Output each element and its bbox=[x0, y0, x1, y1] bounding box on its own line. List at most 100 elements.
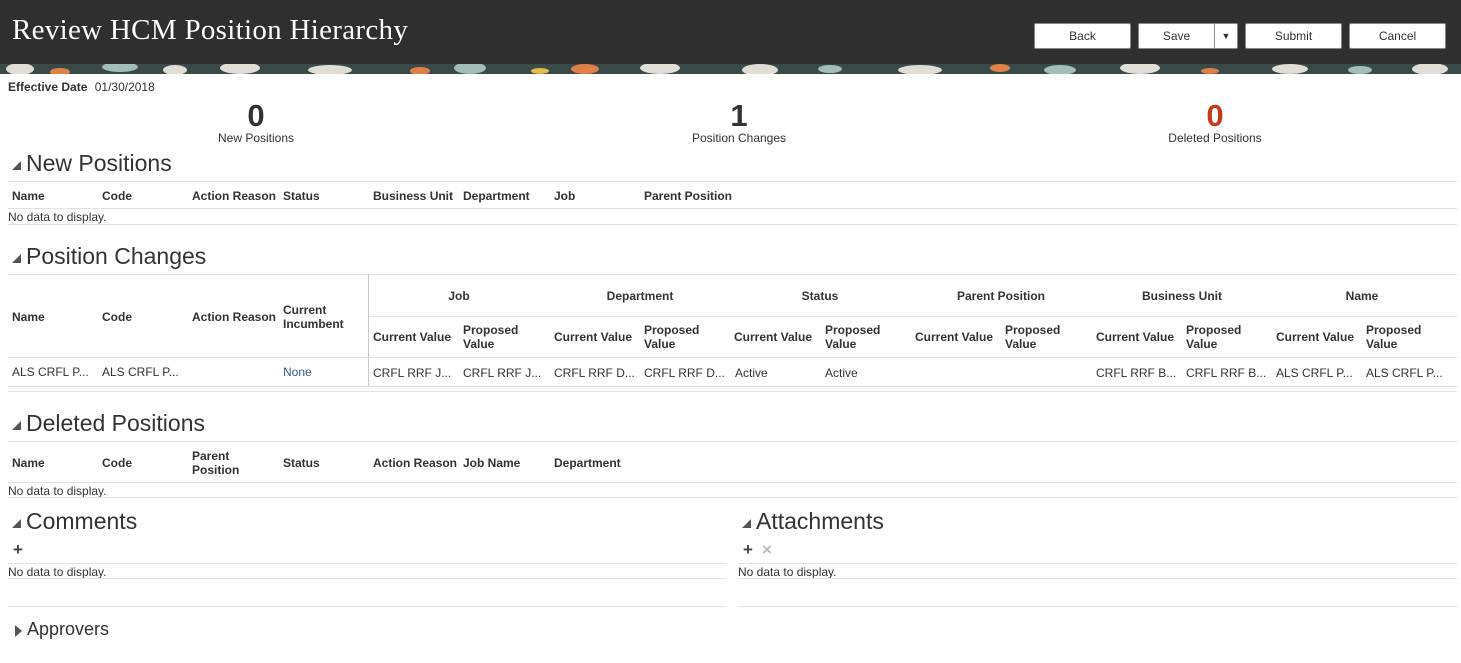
save-dropdown-icon[interactable]: ▼ bbox=[1215, 24, 1237, 48]
column-header[interactable]: Name bbox=[12, 189, 45, 203]
divider bbox=[8, 274, 1457, 275]
section-title: Comments bbox=[26, 508, 138, 534]
approvers-header[interactable]: Approvers bbox=[12, 619, 109, 640]
counter-label: New Positions bbox=[217, 131, 295, 145]
cell-job-proposed: CRFL RRF J... bbox=[463, 366, 542, 380]
cell-status-current: Active bbox=[735, 366, 768, 380]
column-header[interactable]: Current Incumbent bbox=[283, 303, 353, 331]
column-header[interactable]: Proposed Value bbox=[1186, 323, 1256, 351]
collapse-triangle-icon[interactable] bbox=[12, 519, 21, 528]
column-header[interactable]: Proposed Value bbox=[1366, 323, 1436, 351]
column-header[interactable]: Current Value bbox=[734, 330, 812, 344]
divider bbox=[8, 208, 1457, 209]
effective-date-value: 01/30/2018 bbox=[94, 80, 155, 94]
collapse-triangle-icon[interactable] bbox=[12, 254, 21, 263]
counter-value: 1 bbox=[730, 98, 748, 133]
cancel-button[interactable]: Cancel bbox=[1349, 23, 1446, 49]
group-header: Department bbox=[606, 289, 674, 303]
attachments-header[interactable]: Attachments bbox=[742, 508, 884, 535]
column-header[interactable]: Current Value bbox=[373, 330, 451, 344]
divider bbox=[8, 386, 1457, 387]
column-header[interactable]: Business Unit bbox=[373, 189, 453, 203]
cell-name: ALS CRFL P... bbox=[12, 365, 89, 379]
column-header[interactable]: Job bbox=[554, 189, 575, 203]
expand-triangle-icon[interactable] bbox=[15, 624, 22, 637]
cell-department-current: CRFL RRF D... bbox=[554, 366, 635, 380]
column-header[interactable]: Job Name bbox=[463, 456, 520, 470]
empty-message: No data to display. bbox=[8, 484, 107, 498]
divider bbox=[8, 482, 1457, 483]
empty-message: No data to display. bbox=[8, 210, 107, 224]
divider bbox=[369, 316, 1457, 317]
column-header[interactable]: Current Value bbox=[1096, 330, 1174, 344]
cell-status-proposed: Active bbox=[825, 366, 858, 380]
deleted-positions-header[interactable]: Deleted Positions bbox=[12, 410, 205, 437]
frozen-column-divider bbox=[368, 274, 369, 386]
deleted-positions-counter[interactable]: 0 Deleted Positions bbox=[1115, 98, 1315, 145]
effective-date-label: Effective Date bbox=[8, 80, 88, 94]
column-header[interactable]: Code bbox=[102, 456, 132, 470]
column-header[interactable]: Name bbox=[12, 310, 45, 324]
submit-button[interactable]: Submit bbox=[1245, 23, 1342, 49]
group-header: Parent Position bbox=[956, 289, 1045, 303]
counter-label: Deleted Positions bbox=[1168, 131, 1262, 145]
divider bbox=[8, 606, 726, 607]
column-header[interactable]: Status bbox=[283, 456, 320, 470]
counter-label: Position Changes bbox=[691, 131, 787, 145]
divider bbox=[8, 357, 1457, 358]
section-title: Approvers bbox=[27, 619, 110, 639]
divider bbox=[8, 391, 1457, 392]
column-header[interactable]: Department bbox=[554, 456, 621, 470]
cell-business-unit-proposed: CRFL RRF B... bbox=[1186, 366, 1267, 380]
divider bbox=[8, 563, 726, 564]
section-title: Position Changes bbox=[26, 243, 207, 269]
empty-message: No data to display. bbox=[8, 565, 107, 579]
column-header[interactable]: Parent Position bbox=[644, 189, 732, 203]
position-changes-header[interactable]: Position Changes bbox=[12, 243, 206, 270]
empty-message: No data to display. bbox=[738, 565, 837, 579]
cell-job-current: CRFL RRF J... bbox=[373, 366, 452, 380]
column-header[interactable]: Code bbox=[102, 189, 132, 203]
cell-code: ALS CRFL P... bbox=[102, 365, 179, 379]
save-button[interactable]: Save bbox=[1139, 24, 1215, 48]
column-header[interactable]: Current Value bbox=[554, 330, 632, 344]
column-header[interactable]: Proposed Value bbox=[463, 323, 533, 351]
column-header[interactable]: Action Reason bbox=[192, 189, 276, 203]
column-header[interactable]: Proposed Value bbox=[644, 323, 714, 351]
new-positions-header[interactable]: New Positions bbox=[12, 150, 172, 177]
position-changes-counter[interactable]: 1 Position Changes bbox=[639, 98, 839, 145]
column-header[interactable]: Parent Position bbox=[192, 449, 252, 477]
divider bbox=[8, 497, 1457, 498]
collapse-triangle-icon[interactable] bbox=[12, 421, 21, 430]
add-attachment-icon[interactable]: + bbox=[743, 541, 753, 558]
delete-attachment-icon[interactable]: × bbox=[762, 541, 772, 558]
column-header[interactable]: Action Reason bbox=[192, 310, 276, 324]
header-banner-decoration bbox=[0, 64, 1461, 74]
column-header[interactable]: Status bbox=[283, 189, 320, 203]
section-title: Deleted Positions bbox=[26, 410, 205, 436]
column-header[interactable]: Action Reason bbox=[373, 456, 457, 470]
new-positions-counter[interactable]: 0 New Positions bbox=[156, 98, 356, 145]
divider bbox=[8, 441, 1457, 442]
counter-value: 0 bbox=[1206, 98, 1224, 133]
column-header[interactable]: Current Value bbox=[915, 330, 993, 344]
cell-current-incumbent[interactable]: None bbox=[283, 365, 363, 379]
back-button[interactable]: Back bbox=[1034, 23, 1131, 49]
column-header[interactable]: Code bbox=[102, 310, 132, 324]
cell-business-unit-current: CRFL RRF B... bbox=[1096, 366, 1177, 380]
group-header: Business Unit bbox=[1141, 289, 1222, 303]
comments-header[interactable]: Comments bbox=[12, 508, 137, 535]
page-title: Review HCM Position Hierarchy bbox=[12, 14, 409, 46]
add-comment-icon[interactable]: + bbox=[13, 541, 23, 558]
collapse-triangle-icon[interactable] bbox=[742, 519, 751, 528]
column-header[interactable]: Proposed Value bbox=[1005, 323, 1075, 351]
divider bbox=[738, 563, 1457, 564]
collapse-triangle-icon[interactable] bbox=[12, 161, 21, 170]
column-header[interactable]: Name bbox=[12, 456, 45, 470]
column-header[interactable]: Current Value bbox=[1276, 330, 1354, 344]
divider bbox=[8, 181, 1457, 182]
column-header[interactable]: Department bbox=[463, 189, 530, 203]
effective-date: Effective Date 01/30/2018 bbox=[8, 80, 155, 94]
column-header[interactable]: Proposed Value bbox=[825, 323, 895, 351]
section-title: New Positions bbox=[26, 150, 172, 176]
